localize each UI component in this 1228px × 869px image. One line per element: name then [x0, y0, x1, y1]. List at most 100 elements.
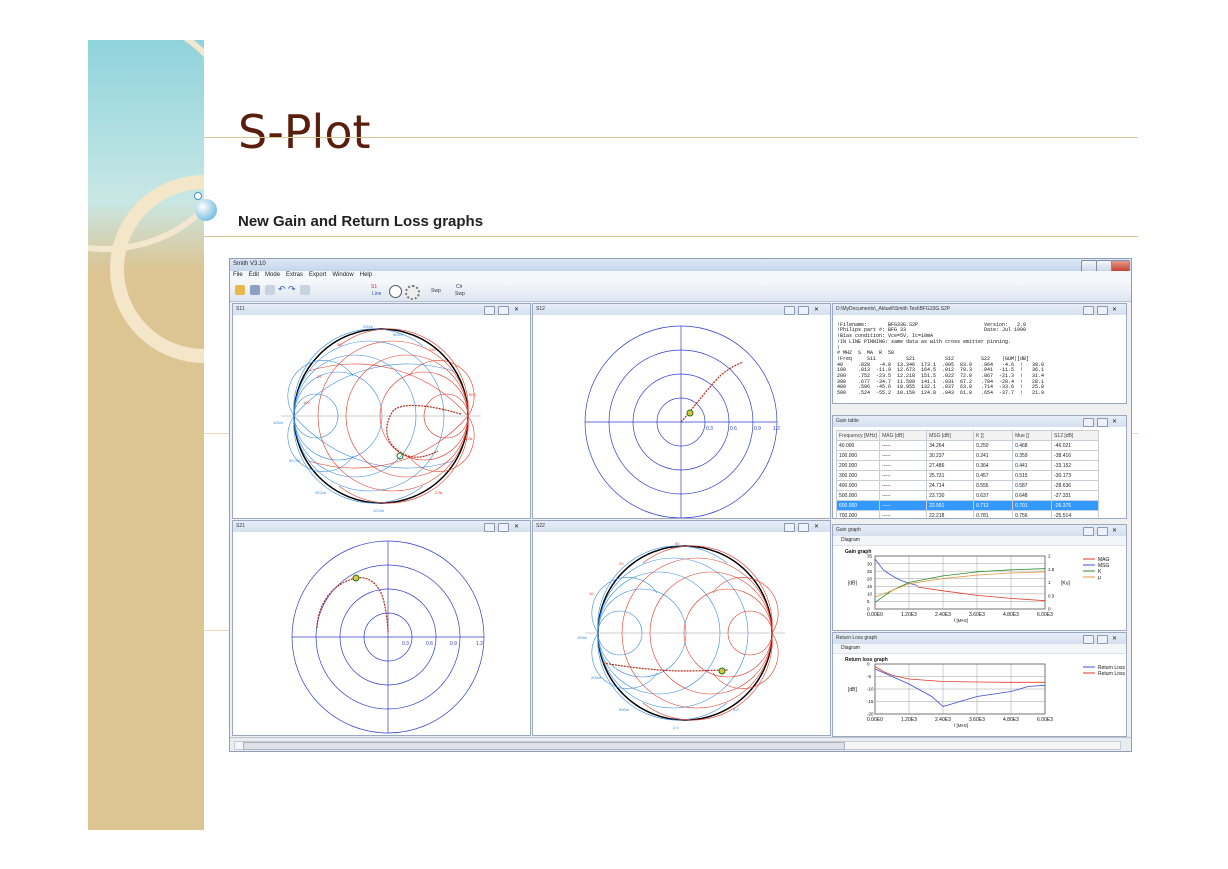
- smith-label: 25.0m: [315, 490, 327, 495]
- panel-maximize-button[interactable]: [1097, 418, 1108, 427]
- table-row[interactable]: 300.000 ----- 25.731 0.457 0.515 -30.173: [835, 470, 1100, 481]
- table-cell: 22.991: [926, 500, 975, 511]
- table-row[interactable]: 700.000 ----- 22.218 0.781 0.756 -25.514: [835, 510, 1100, 518]
- x-arc: [408, 360, 475, 417]
- table-row[interactable]: 40.000 ----- 34.264 0.250 0.468 -46.021: [835, 440, 1100, 451]
- panel-maximize-button[interactable]: [798, 306, 809, 315]
- s1-line-top-label: S1: [371, 284, 378, 290]
- panel-minimize-button[interactable]: [1083, 418, 1094, 427]
- panel-maximize-button[interactable]: [498, 306, 509, 315]
- subtitle-divider: [204, 236, 1138, 237]
- panel-title: Return Loss graph: [836, 635, 878, 641]
- panel-maximize-button[interactable]: [498, 523, 509, 532]
- panel-close-button[interactable]: ✕: [1112, 527, 1121, 534]
- panel-title: S22: [536, 523, 545, 529]
- panel-maximize-button[interactable]: [1097, 527, 1108, 536]
- save-icon[interactable]: [250, 285, 260, 295]
- panel-minimize-button[interactable]: [1083, 635, 1094, 644]
- panel-close-button[interactable]: ✕: [814, 306, 823, 313]
- open-icon[interactable]: [235, 285, 245, 295]
- table-cell: -----: [879, 460, 928, 471]
- table-cell: 0.441: [1012, 460, 1053, 471]
- panel-close-button[interactable]: ✕: [514, 306, 523, 313]
- menu-window[interactable]: Window: [332, 272, 353, 278]
- smith-label: 10: [589, 591, 594, 596]
- table-cell: -38.416: [1051, 450, 1100, 461]
- toolbar: ↶ ↷ S1 Line Swp Clr Swp: [230, 281, 1131, 302]
- smith-label: 20: [619, 561, 624, 566]
- panel-title: S11: [236, 306, 245, 312]
- menu-export[interactable]: Export: [309, 272, 326, 278]
- y2-tick-label: 2: [1048, 554, 1051, 559]
- table-row[interactable]: 100.000 ----- 30.237 0.241 0.359 -38.416: [835, 450, 1100, 461]
- panel-minimize-button[interactable]: [484, 306, 495, 315]
- diagram-tab[interactable]: Diagram: [841, 537, 860, 543]
- menu-edit[interactable]: Edit: [249, 272, 259, 278]
- smith-label: 50: [337, 342, 342, 347]
- menu-extras[interactable]: Extras: [286, 272, 303, 278]
- table-cell: 0.637: [973, 490, 1014, 501]
- s11-panel: S11 ✕ 25 50 100 250 500 1.0k 2.5k 10.0m …: [232, 303, 531, 519]
- panel-minimize-button[interactable]: [1083, 527, 1094, 536]
- table-row-selected[interactable]: 600.000 ----- 22.991 0.712 0.701 -26.375: [835, 500, 1100, 511]
- panel-minimize-button[interactable]: [784, 306, 795, 315]
- undo-icon[interactable]: ↶: [278, 285, 288, 295]
- polar-tick-label: 0.9: [754, 426, 761, 432]
- smith-labels: 100m 200m 500m 2.0 5.0 10 20 50: [577, 541, 739, 730]
- panel-maximize-button[interactable]: [1097, 635, 1108, 644]
- panel-close-button[interactable]: ✕: [1112, 635, 1121, 642]
- line-button[interactable]: Line: [372, 291, 381, 297]
- table-cell: -30.173: [1051, 470, 1100, 481]
- gain-graph-chart: Gain graph0.00E0 1.20E3 2.40E3 3.60E3 4.80E3…: [845, 549, 1110, 623]
- table-row[interactable]: 500.000 ----- 23.730 0.637 0.648 -27.331: [835, 490, 1100, 501]
- x-tick-label: 2.40E3: [935, 717, 951, 723]
- table-row[interactable]: 200.000 ----- 27.486 0.364 0.441 -33.152: [835, 460, 1100, 471]
- menu-file[interactable]: File: [233, 272, 243, 278]
- y-axis-label: [dB]: [848, 687, 858, 693]
- s22-trace: [602, 662, 729, 672]
- clear-sweep-button[interactable]: Swp: [455, 291, 465, 297]
- column-header[interactable]: S12 [dB]: [1051, 430, 1100, 441]
- gear-tool-icon[interactable]: [405, 285, 420, 300]
- sweep-button[interactable]: Swp: [431, 288, 441, 294]
- scrollbar-thumb[interactable]: [243, 742, 845, 750]
- x-axis-label: f [MHz]: [954, 618, 968, 623]
- table-cell: 0.648: [1012, 490, 1053, 501]
- s22-smith-chart: 100m 200m 500m 2.0 5.0 10 20 50: [577, 541, 785, 730]
- menu-mode[interactable]: Mode: [265, 272, 280, 278]
- menu-help[interactable]: Help: [360, 272, 372, 278]
- plot-frame: [874, 555, 1046, 610]
- redo-icon[interactable]: ↷: [288, 285, 298, 295]
- smith-label: 50.0m: [289, 458, 301, 463]
- panel-close-button[interactable]: ✕: [1112, 306, 1121, 313]
- horizontal-scrollbar[interactable]: [234, 741, 1121, 750]
- panel-minimize-button[interactable]: [784, 523, 795, 532]
- s21-trace: [316, 577, 389, 634]
- table-row[interactable]: 400.000 ----- 24.714 0.555 0.587 -28.636: [835, 480, 1100, 491]
- panel-maximize-button[interactable]: [798, 523, 809, 532]
- panel-maximize-button[interactable]: [1097, 306, 1108, 315]
- copy-icon[interactable]: [265, 285, 275, 295]
- column-header[interactable]: Frequency [MHz]: [835, 430, 881, 441]
- panel-header: Return Loss graph ✕: [833, 633, 1126, 644]
- panel-close-button[interactable]: ✕: [514, 523, 523, 530]
- y2-tick-label: 1.5: [1048, 567, 1055, 572]
- marker-point: [718, 667, 726, 675]
- panel-close-button[interactable]: ✕: [1112, 418, 1121, 425]
- panel-title: S12: [536, 306, 545, 312]
- panel-close-button[interactable]: ✕: [814, 523, 823, 530]
- panel-minimize-button[interactable]: [1083, 306, 1094, 315]
- polar-tick-label: 1.2: [476, 641, 483, 647]
- smith-label: 200m: [591, 675, 602, 680]
- diagram-tab[interactable]: Diagram: [841, 645, 860, 651]
- column-header[interactable]: MSG [dB]: [926, 430, 975, 441]
- paste-icon[interactable]: [300, 285, 310, 295]
- table-cell: 400.000: [835, 480, 881, 491]
- table-cell: 0.364: [973, 460, 1014, 471]
- column-header[interactable]: K []: [973, 430, 1014, 441]
- clear-sweep-top-label[interactable]: Clr: [456, 284, 462, 290]
- column-header[interactable]: MAG [dB]: [879, 430, 928, 441]
- panel-minimize-button[interactable]: [484, 523, 495, 532]
- column-header[interactable]: Mue []: [1012, 430, 1053, 441]
- circle-tool-icon[interactable]: [389, 285, 402, 298]
